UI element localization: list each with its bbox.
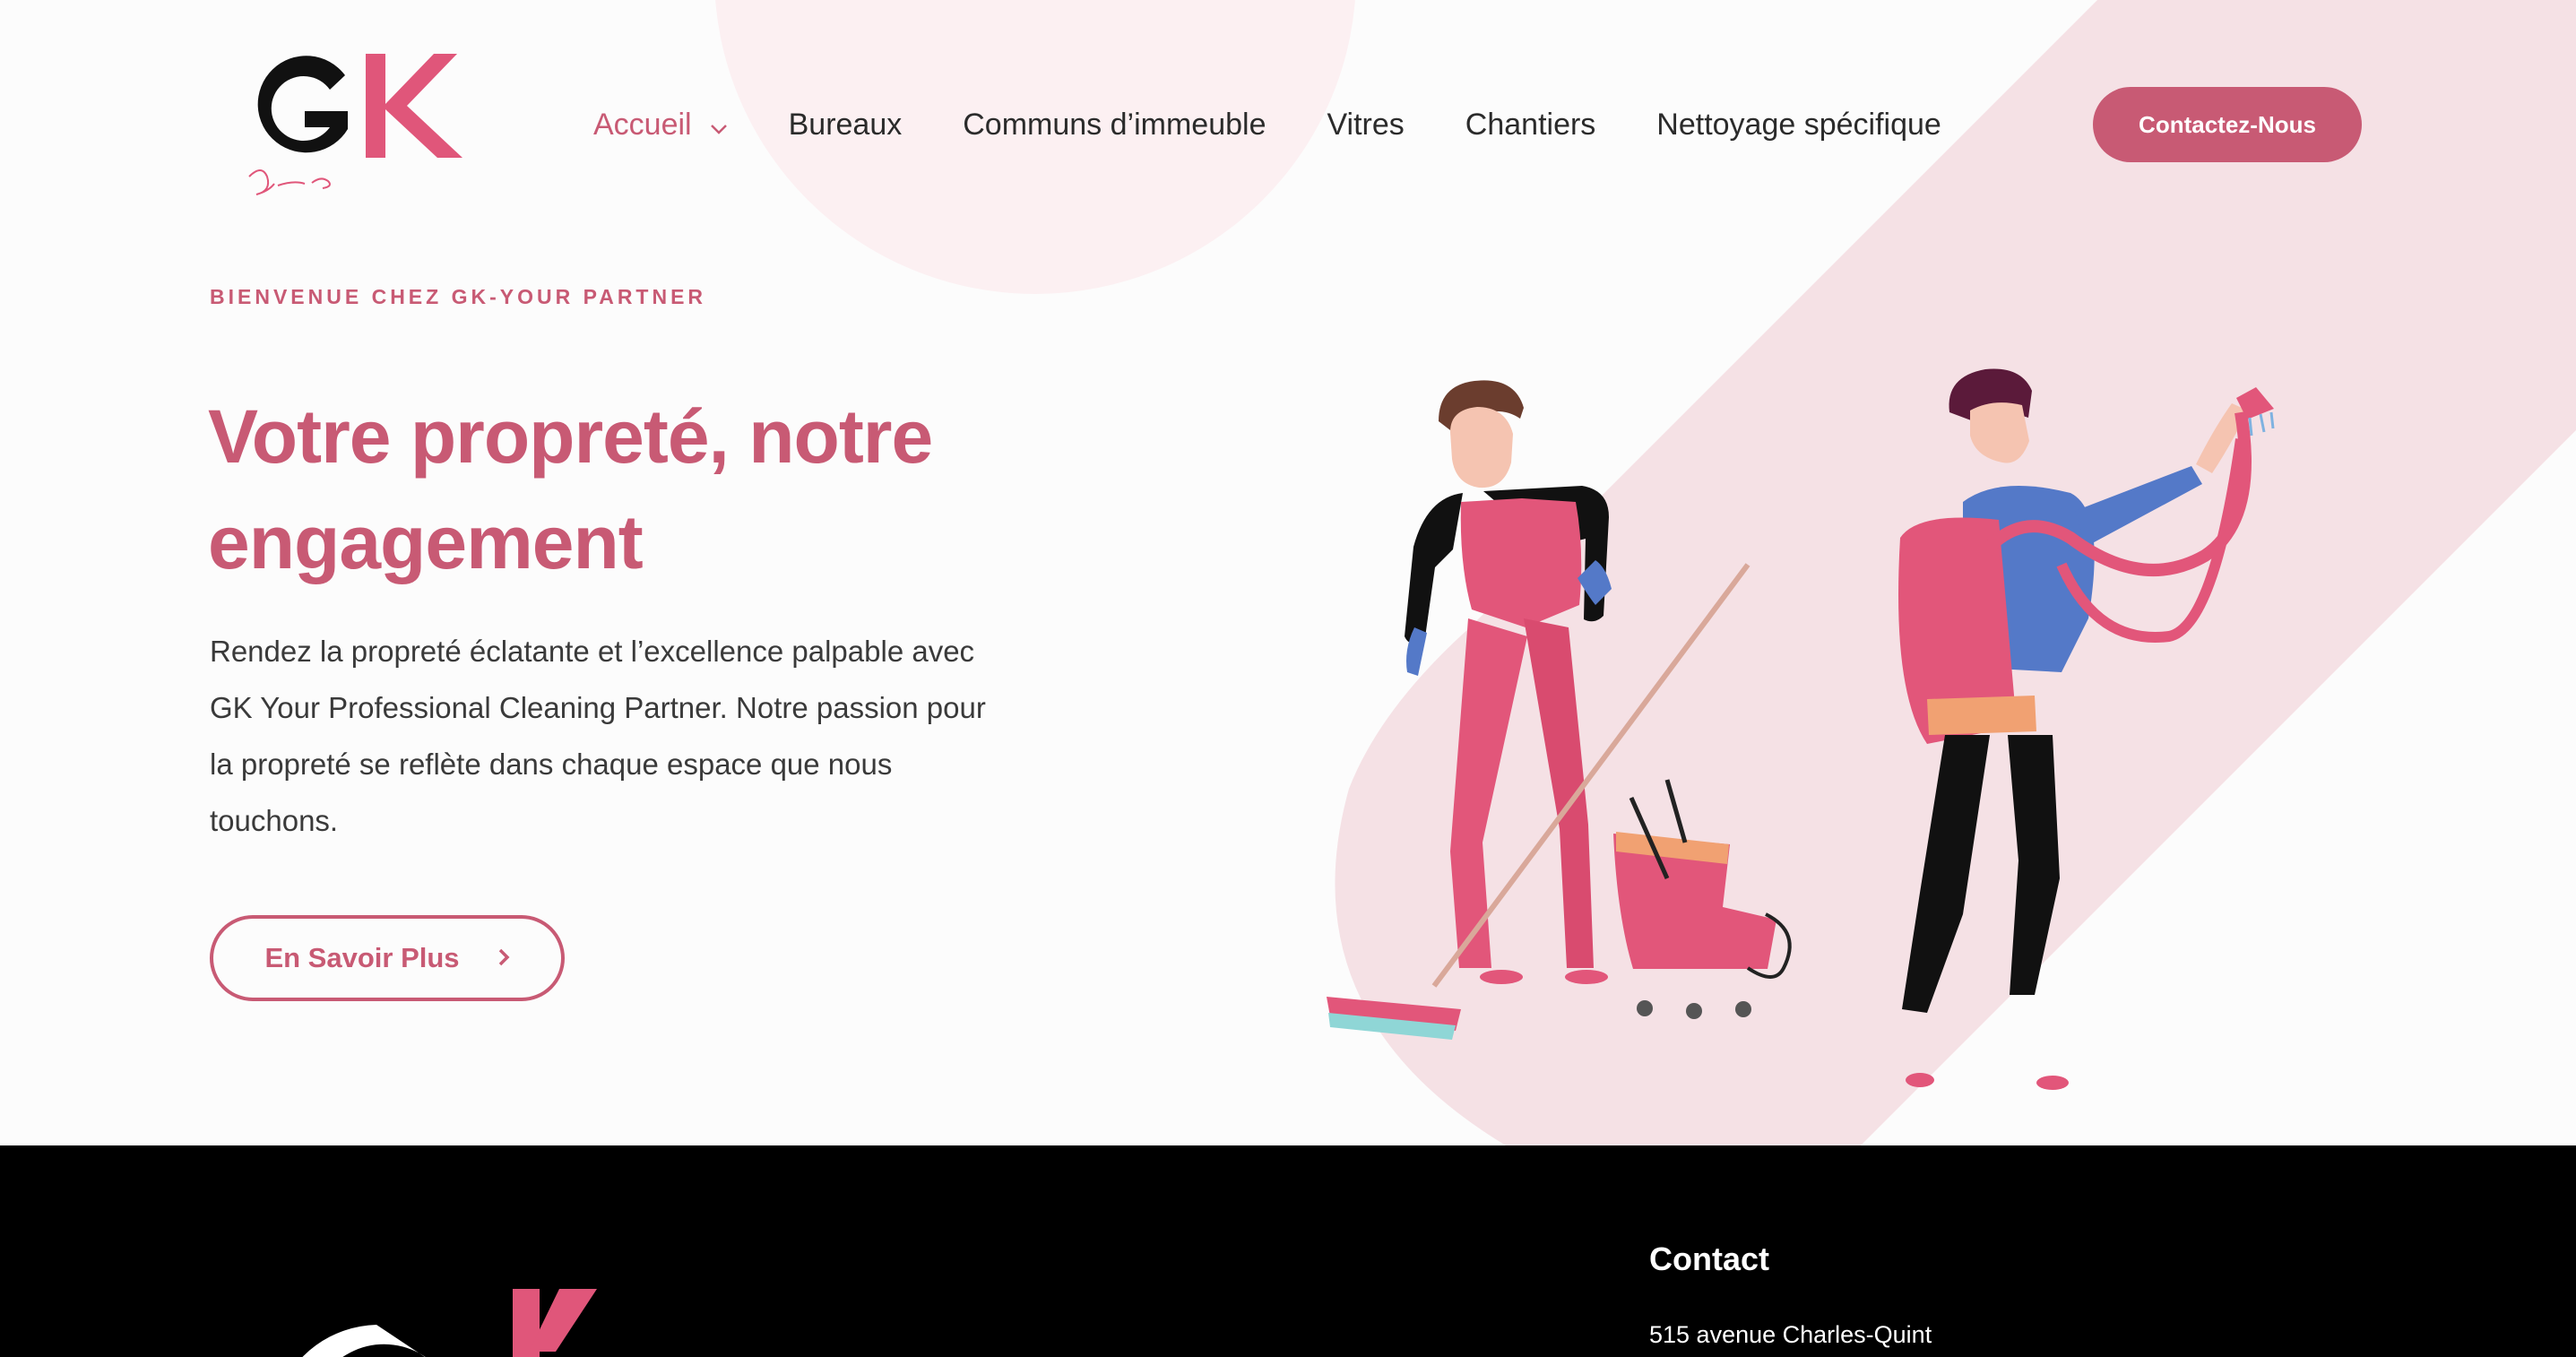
learn-more-label: En Savoir Plus	[264, 942, 460, 973]
hero-eyebrow: BIENVENUE CHEZ GK-YOUR PARTNER	[210, 285, 707, 308]
learn-more-button[interactable]: En Savoir Plus	[210, 915, 565, 1001]
nav-item-bureaux[interactable]: Bureaux	[789, 108, 903, 143]
nav-item-vitres[interactable]: Vitres	[1327, 108, 1404, 143]
hero-headline: Votre propreté, notre engagement	[208, 384, 1015, 595]
nav-item-communs[interactable]: Communs d’immeuble	[963, 108, 1266, 143]
cleaner-with-vacuum	[1898, 368, 2275, 1090]
nav-item-label: Nettoyage spécifique	[1656, 107, 1941, 142]
mop-bucket	[1613, 779, 1792, 1019]
nav-item-label: Bureaux	[788, 107, 903, 142]
nav-item-label: Communs d’immeuble	[963, 107, 1266, 142]
nav-item-label: Vitres	[1327, 107, 1405, 142]
nav-item-label: Accueil	[593, 107, 692, 142]
two-cleaners-illustration	[1309, 359, 2295, 1107]
nav-item-nettoyage[interactable]: Nettoyage spécifique	[1656, 108, 1941, 143]
nav-item-label: Chantiers	[1465, 107, 1596, 142]
contact-button[interactable]: Contactez-Nous	[2093, 87, 2362, 162]
nav-item-accueil[interactable]: Accueil	[593, 108, 728, 143]
headline-line-1: Votre propreté, notre	[208, 394, 933, 479]
footer-contact-title: Contact	[1649, 1240, 1769, 1277]
nav-item-chantiers[interactable]: Chantiers	[1465, 108, 1596, 143]
footer-address: 515 avenue Charles-Quint	[1649, 1321, 1932, 1348]
brand-logo[interactable]	[242, 47, 466, 203]
site-footer: Contact 515 avenue Charles-Quint	[0, 1145, 2576, 1357]
footer-logo	[260, 1289, 690, 1357]
chevron-down-icon	[710, 108, 728, 143]
hero-description: Rendez la propreté éclatante et l’excell…	[210, 635, 986, 837]
chevron-right-icon	[497, 942, 510, 974]
main-nav: Accueil Bureaux Communs d’immeuble Vitre…	[593, 103, 2002, 146]
headline-line-2: engagement	[208, 500, 644, 584]
